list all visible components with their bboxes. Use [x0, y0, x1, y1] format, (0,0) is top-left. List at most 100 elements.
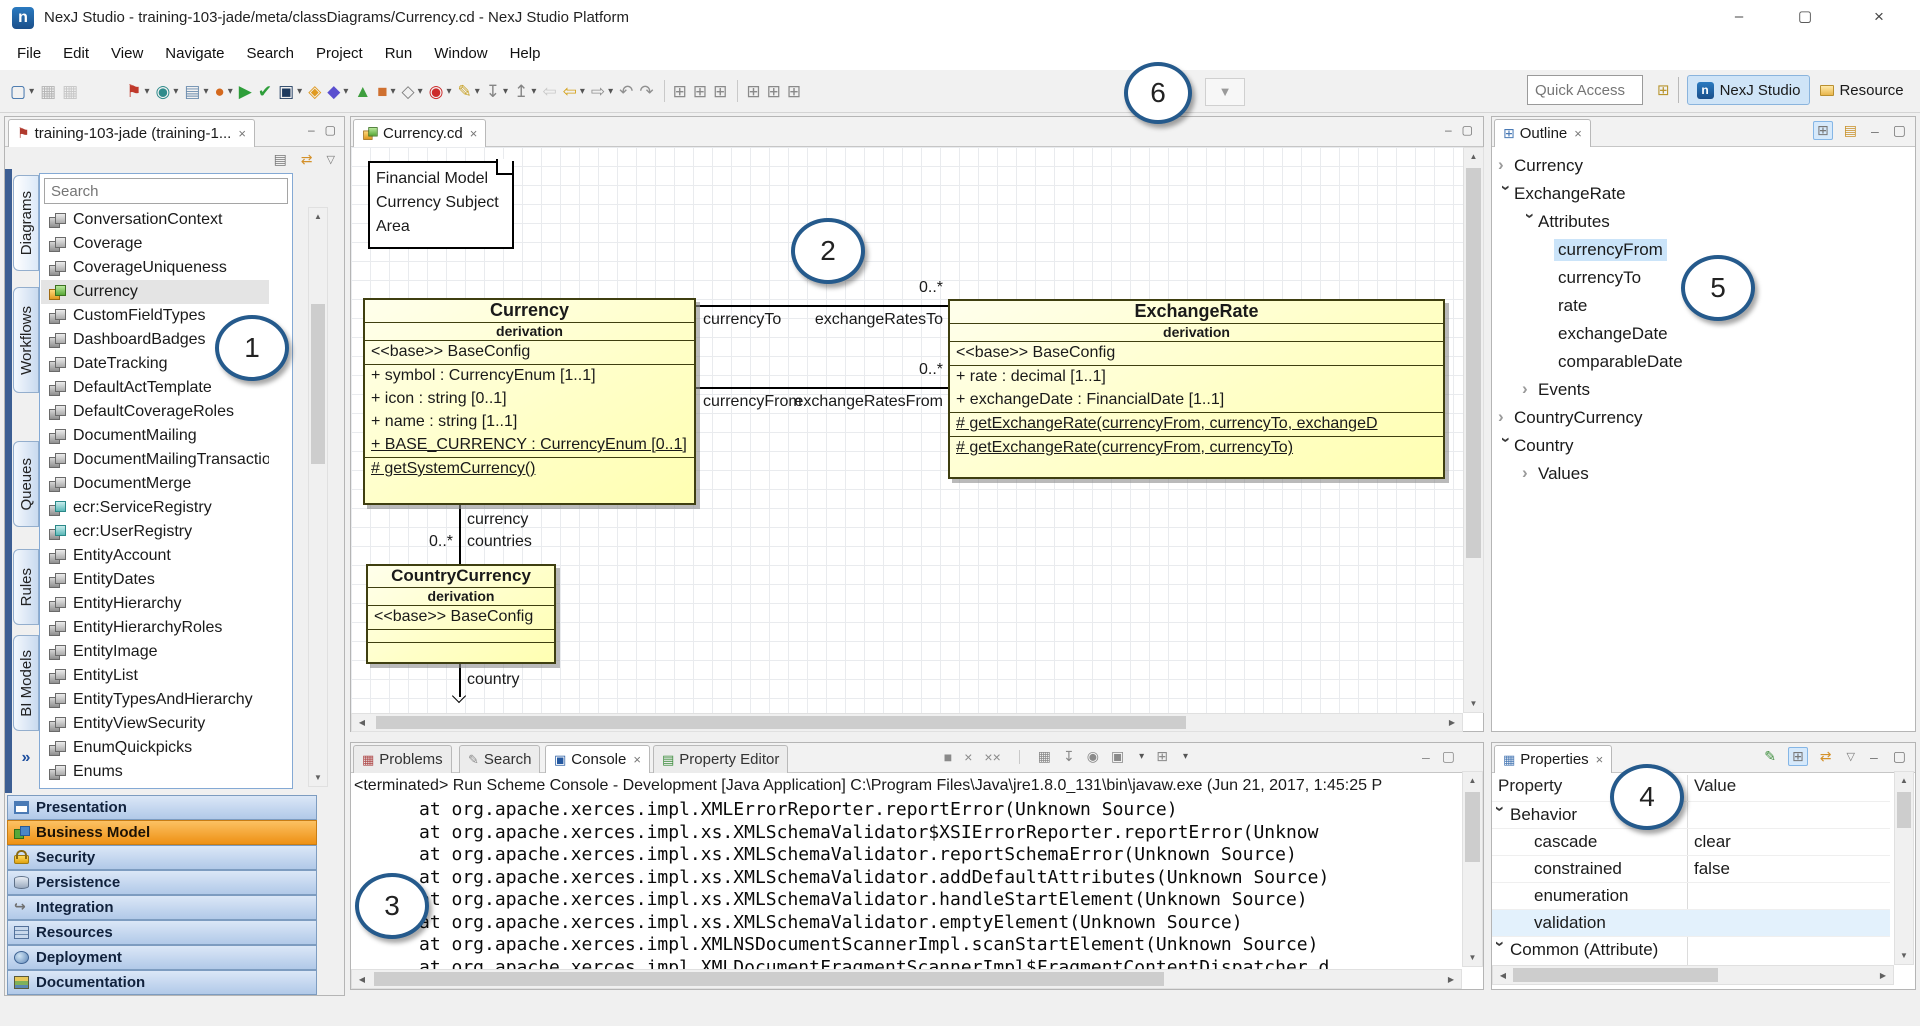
list-item[interactable]: EntityImage	[41, 640, 269, 664]
dropdown-icon[interactable]: ▾	[531, 86, 536, 97]
diagram-canvas[interactable]: Financial Model Currency Subject Area cu…	[351, 147, 1463, 713]
class-attribute[interactable]: + symbol : CurrencyEnum [1..1]	[365, 365, 694, 388]
dropdown-icon[interactable]: ▾	[173, 86, 178, 97]
association-line-exchange-rates-from[interactable]	[696, 387, 950, 389]
outline-item-comparable-date[interactable]: comparableDate	[1558, 349, 1683, 375]
scrollbar-thumb[interactable]	[1465, 792, 1480, 862]
prop-value[interactable]: clear	[1694, 832, 1731, 852]
window-minimize-button[interactable]: –	[1716, 0, 1762, 36]
module-tab-queues[interactable]: Queues	[13, 441, 39, 527]
outline-item-attributes[interactable]: ›Attributes	[1522, 209, 1610, 235]
module-tab-diagrams[interactable]: Diagrams	[13, 175, 39, 271]
menu-file[interactable]: File	[6, 39, 52, 68]
window-maximize-button[interactable]: ▢	[1782, 0, 1828, 36]
tab-property-editor[interactable]: ▤ Property Editor	[653, 745, 788, 773]
scrollbar-thumb[interactable]	[376, 716, 1186, 729]
menu-window[interactable]: Window	[423, 39, 498, 68]
annotate-pen-button[interactable]: ✎▾	[456, 77, 482, 105]
tab-console-active[interactable]: ▣ Console ×	[545, 745, 650, 773]
module-tab-rules[interactable]: Rules	[13, 549, 39, 625]
prop-row-validation-selected[interactable]: validation	[1492, 909, 1890, 936]
module-tab-bi-models[interactable]: BI Models	[13, 635, 39, 731]
perspective-resource-button[interactable]: Resource	[1816, 75, 1907, 105]
scroll-lock-icon[interactable]: ↧	[1063, 748, 1075, 765]
list-scrollbar[interactable]: ▲ ▼	[308, 207, 328, 787]
class-operation[interactable]: # getExchangeRate(currencyFrom, currency…	[950, 436, 1443, 460]
align-center-button[interactable]: ⊞	[765, 77, 783, 105]
view-menu-icon[interactable]: ▽	[1844, 750, 1858, 763]
menu-view[interactable]: View	[100, 39, 154, 68]
tab-outline[interactable]: ⊞ Outline ×	[1494, 119, 1591, 147]
list-item[interactable]: EntityAccount	[41, 544, 269, 568]
list-item[interactable]: EntityHierarchyRoles	[41, 616, 269, 640]
list-item[interactable]: CoverageUniqueness	[41, 256, 269, 280]
new-wizard-button[interactable]: ▢▾	[8, 77, 36, 105]
run-button[interactable]: ▶	[237, 77, 254, 105]
assoc-label-currency-to[interactable]: currencyTo	[703, 311, 781, 329]
align-left-button[interactable]: ⊞	[744, 77, 762, 105]
close-icon[interactable]: ×	[1574, 126, 1582, 141]
scrollbar-thumb[interactable]	[374, 972, 1164, 986]
dropdown-icon[interactable]: ▾	[391, 86, 396, 97]
scroll-left-icon[interactable]: ◀	[1497, 971, 1509, 980]
list-item[interactable]: EntityHierarchy	[41, 592, 269, 616]
assoc-label-currency[interactable]: currency	[467, 511, 528, 529]
dropdown-icon[interactable]: ▾	[203, 86, 208, 97]
arrange-vertical-button[interactable]: ⊞	[691, 77, 709, 105]
outline-item-values[interactable]: ›Values	[1522, 461, 1589, 487]
dropdown-icon[interactable]: ▾	[343, 86, 348, 97]
outline-item-exchange-rate[interactable]: ›ExchangeRate	[1498, 181, 1626, 207]
scrollbar-thumb[interactable]	[1466, 168, 1481, 558]
scheme-console-button[interactable]: ▣▾	[276, 77, 304, 105]
tree-view-icon[interactable]: ⊞	[1813, 121, 1833, 140]
editor-tab-currency-cd[interactable]: Currency.cd ×	[353, 119, 486, 147]
uml-class-exchange-rate[interactable]: ExchangeRate derivation <<base>> BaseCon…	[948, 299, 1445, 479]
module-tab-workflows[interactable]: Workflows	[13, 287, 39, 393]
run-as-user-button[interactable]: ●▾	[212, 77, 234, 105]
arrange-horizontal-button[interactable]: ⊞	[671, 77, 689, 105]
list-item[interactable]: DefaultCoverageRoles	[41, 400, 269, 424]
menu-navigate[interactable]: Navigate	[154, 39, 235, 68]
uml-class-country-currency[interactable]: CountryCurrency derivation <<base>> Base…	[366, 564, 556, 664]
layer-deployment[interactable]: Deployment	[7, 945, 317, 970]
menu-project[interactable]: Project	[305, 39, 374, 68]
arrange-tree-button[interactable]: ⊞	[711, 77, 729, 105]
association-line-countries[interactable]	[459, 504, 461, 564]
assoc-mult-to[interactable]: 0..*	[899, 279, 943, 297]
assoc-label-country[interactable]: country	[467, 671, 519, 689]
generate-button[interactable]: ◇▾	[400, 77, 425, 105]
layer-resources[interactable]: Resources	[7, 920, 317, 945]
dropdown-icon[interactable]: ▾	[580, 86, 585, 97]
list-item[interactable]: ecr:UserRegistry	[41, 520, 269, 544]
new-property-icon[interactable]: ✎	[1761, 748, 1779, 765]
list-item[interactable]: DocumentMailingTransaction	[41, 448, 269, 472]
scroll-up-icon[interactable]: ▲	[1463, 776, 1482, 785]
data-load-button[interactable]: ▲	[352, 77, 373, 105]
forward-button[interactable]: ⇨▾	[589, 77, 615, 105]
dropdown-icon[interactable]: ▾	[503, 86, 508, 97]
class-operation[interactable]: # getExchangeRate(currencyFrom, currency…	[950, 412, 1443, 436]
console-output[interactable]: at org.apache.xerces.impl.XMLErrorReport…	[353, 799, 1461, 969]
assoc-label-countries[interactable]: countries	[467, 533, 532, 551]
export-doc-button[interactable]: ↥▾	[512, 77, 538, 105]
close-icon[interactable]: ×	[470, 126, 478, 141]
server-tool-button[interactable]: ▤▾	[182, 77, 210, 105]
outline-item-country[interactable]: ›Country	[1498, 433, 1574, 459]
list-item[interactable]: EntityList	[41, 664, 269, 688]
chevron-down-icon[interactable]: ›	[1496, 437, 1516, 453]
terminate-icon[interactable]: ■	[944, 749, 952, 765]
clear-console-icon[interactable]: ▦	[1038, 748, 1051, 765]
assoc-mult-countries[interactable]: 0..*	[407, 533, 453, 551]
minimize-panel-icon[interactable]: –	[308, 123, 315, 137]
prop-row-constrained[interactable]: constrainedfalse	[1492, 855, 1890, 882]
dropdown-icon[interactable]: ▾	[1183, 751, 1188, 762]
properties-hscrollbar[interactable]: ◀ ▶	[1492, 965, 1894, 985]
minimize-panel-icon[interactable]: –	[1445, 123, 1452, 137]
list-item[interactable]: Coverage	[41, 232, 269, 256]
list-item[interactable]: EntityDates	[41, 568, 269, 592]
table-view-icon[interactable]: ▤	[1841, 122, 1860, 139]
switch-pane-icon[interactable]: ⇄	[1817, 748, 1835, 765]
open-console-icon[interactable]: ▣	[1111, 748, 1124, 765]
model-library-button[interactable]: ⚑▾	[124, 77, 151, 105]
outline-item-currency[interactable]: ›Currency	[1498, 153, 1583, 179]
